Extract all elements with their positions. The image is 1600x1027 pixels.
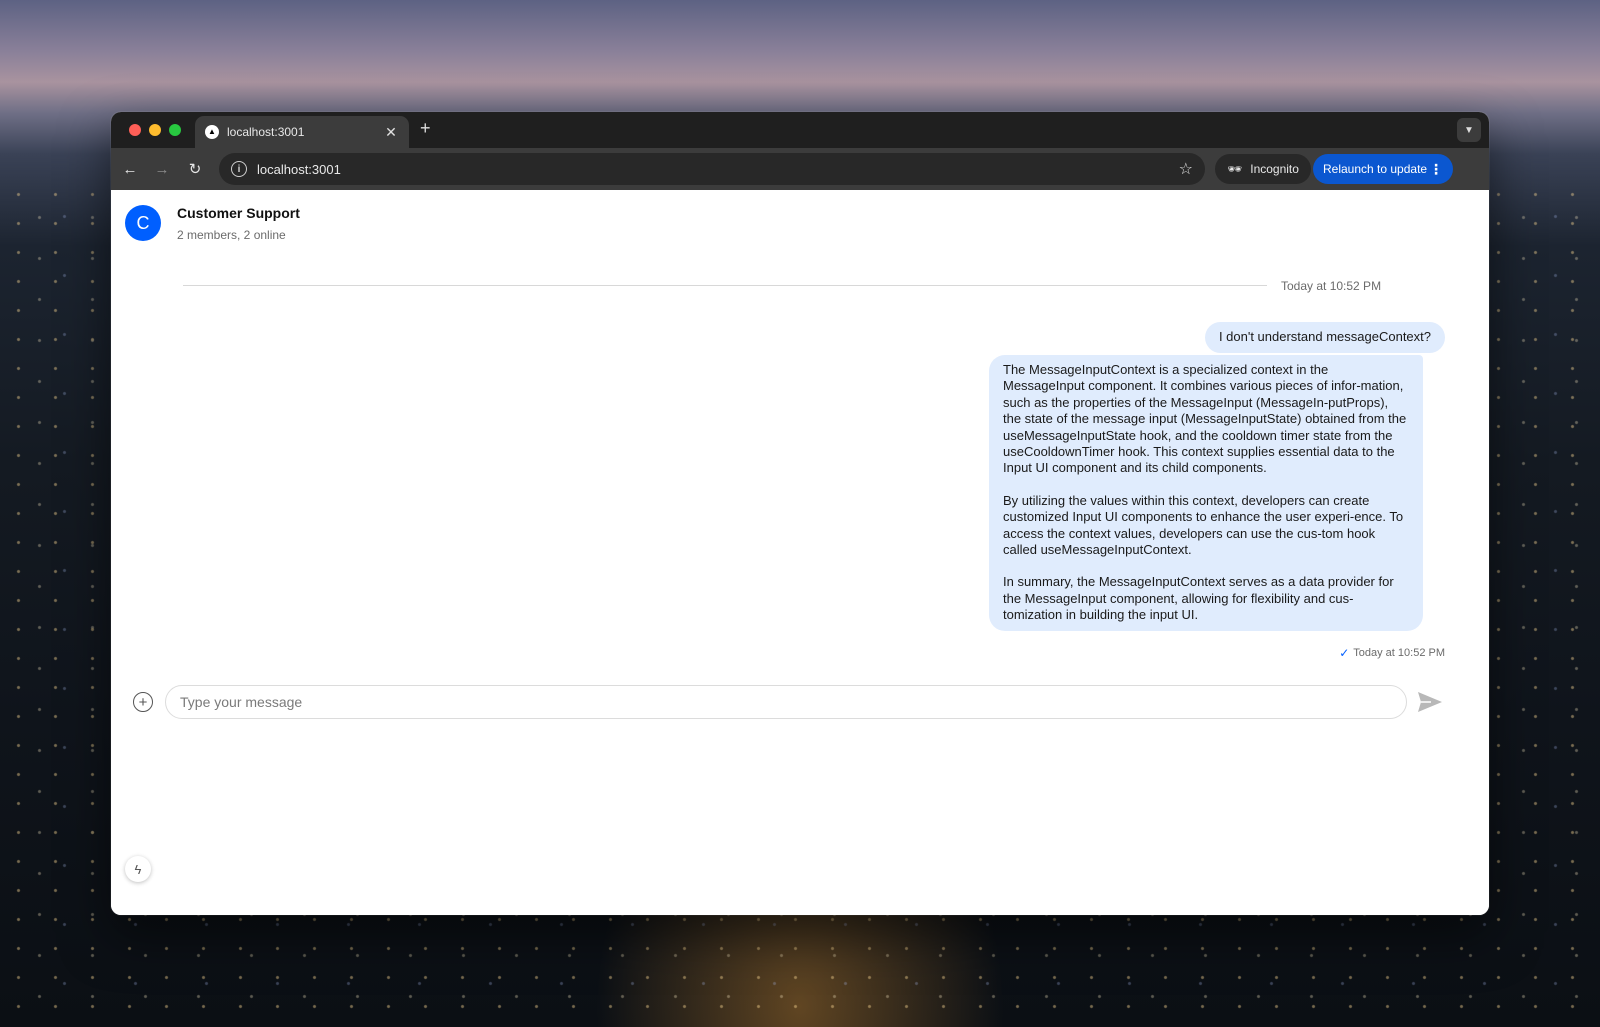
browser-window: ▲ localhost:3001 ✕ + ▼ ← → ↻ i localhost… — [111, 112, 1489, 915]
reply-paragraph: By utilizing the values within this cont… — [1003, 492, 1404, 558]
back-arrow-icon[interactable]: ← — [119, 158, 141, 180]
incognito-label: Incognito — [1250, 162, 1299, 176]
address-url: localhost:3001 — [257, 161, 341, 177]
relaunch-label: Relaunch to update — [1323, 162, 1428, 176]
user-message-bubble[interactable]: I don't understand messageContext? — [1204, 322, 1445, 353]
window-controls — [129, 124, 181, 136]
close-window-button[interactable] — [129, 124, 141, 136]
new-tab-button[interactable]: + — [420, 118, 431, 139]
user-message-text: I don't understand messageContext? — [1218, 329, 1431, 344]
incognito-icon: 🕶 — [1227, 162, 1243, 176]
message-input[interactable] — [165, 685, 1407, 719]
kebab-menu-icon[interactable]: ⋮ — [1429, 161, 1443, 178]
reload-icon[interactable]: ↻ — [184, 158, 206, 180]
site-info-icon[interactable]: i — [231, 161, 247, 177]
reply-paragraph: In summary, the MessageInputContext serv… — [1003, 574, 1394, 623]
minimize-window-button[interactable] — [149, 124, 161, 136]
tab-strip: ▲ localhost:3001 ✕ + ▼ — [111, 112, 1489, 148]
reply-message-bubble[interactable]: The MessageInputContext is a specialized… — [989, 355, 1423, 631]
incognito-badge[interactable]: 🕶 Incognito — [1215, 154, 1311, 184]
send-icon[interactable] — [1417, 690, 1443, 714]
checkmark-icon: ✓ — [1339, 646, 1350, 660]
tab-search-chevron-icon[interactable]: ▼ — [1457, 118, 1481, 142]
relaunch-button[interactable]: Relaunch to update ⋮ — [1313, 154, 1453, 184]
lightning-icon[interactable]: ϟ — [125, 856, 151, 882]
favicon-icon: ▲ — [205, 125, 219, 139]
tab-title: localhost:3001 — [227, 125, 305, 139]
chat-page: C Customer Support 2 members, 2 online T… — [111, 190, 1489, 915]
maximize-window-button[interactable] — [169, 124, 181, 136]
browser-tab[interactable]: ▲ localhost:3001 ✕ — [195, 116, 409, 148]
send-arrow-svg — [1418, 692, 1442, 712]
reply-paragraph: The MessageInputContext is a specialized… — [1003, 362, 1407, 476]
message-timestamp: Today at 10:52 PM — [1353, 647, 1445, 659]
bookmark-star-icon[interactable]: ☆ — [1179, 159, 1193, 179]
date-separator-line — [183, 285, 1267, 286]
message-status: ✓ Today at 10:52 PM — [1339, 646, 1445, 660]
browser-toolbar: ← → ↻ i localhost:3001 ☆ 🕶 Incognito Rel… — [111, 148, 1489, 190]
close-tab-icon[interactable]: ✕ — [383, 124, 399, 141]
attach-plus-circle-icon[interactable]: + — [133, 692, 153, 712]
channel-avatar: C — [125, 205, 161, 241]
address-bar[interactable]: i localhost:3001 ☆ — [219, 153, 1205, 185]
date-separator-label: Today at 10:52 PM — [1281, 279, 1382, 293]
channel-member-count: 2 members, 2 online — [177, 228, 286, 242]
forward-arrow-icon[interactable]: → — [151, 158, 173, 180]
channel-title: Customer Support — [177, 205, 300, 221]
